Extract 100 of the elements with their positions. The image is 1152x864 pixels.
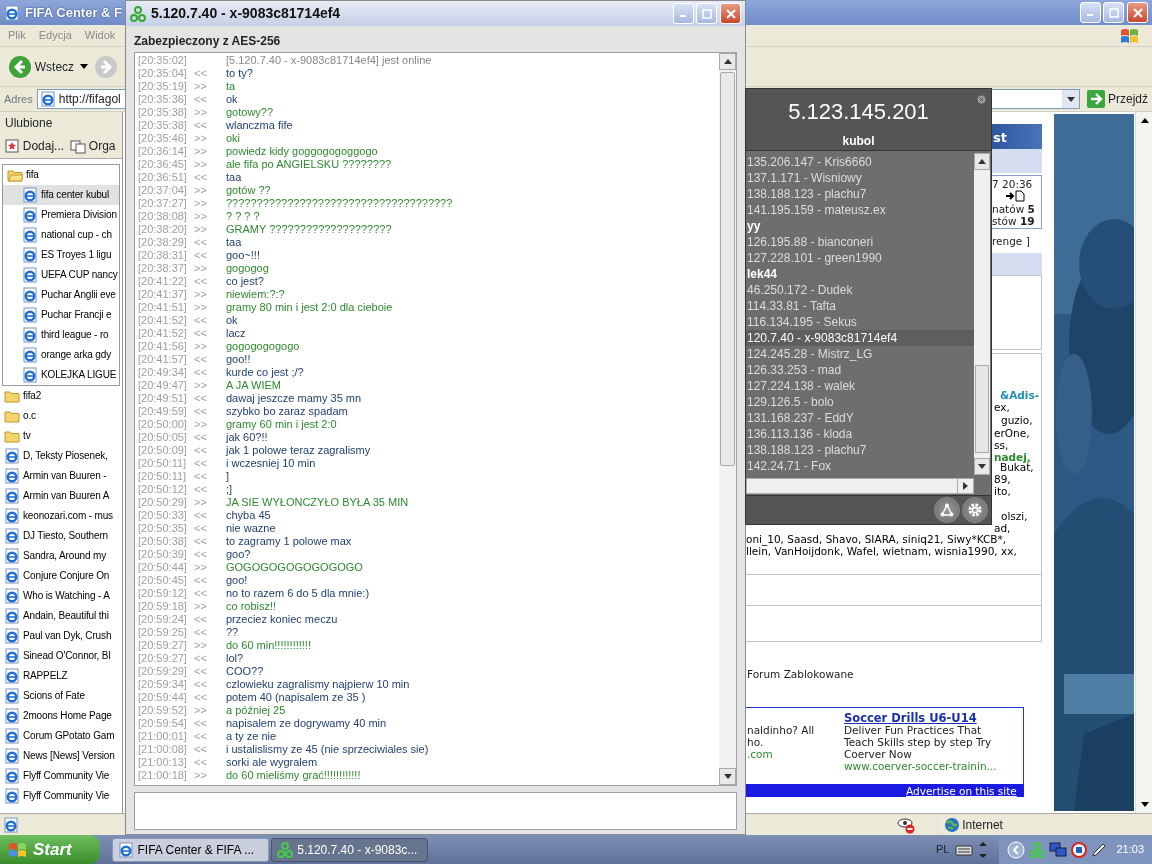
- favorite-item[interactable]: Andain, Beautiful thi: [0, 605, 122, 626]
- dropdown-button[interactable]: [1062, 90, 1080, 108]
- favorite-item[interactable]: 2moons Home Page: [0, 705, 122, 726]
- add-favorite-button[interactable]: Dodaj...: [4, 137, 65, 155]
- organize-button[interactable]: Orga: [70, 137, 116, 155]
- favorite-item[interactable]: keonozari.com - mus: [0, 505, 122, 526]
- chevron-circle-icon[interactable]: [1006, 840, 1025, 859]
- favorite-item[interactable]: Armin van Buuren A: [0, 485, 122, 506]
- pen-icon[interactable]: [1090, 841, 1107, 858]
- minimize-button[interactable]: [1079, 2, 1101, 23]
- page-icon: [4, 647, 20, 664]
- favorite-item[interactable]: Corum GPotato Gam: [0, 725, 122, 746]
- message-text: do 60 min!!!!!!!!!!!!: [226, 639, 311, 652]
- favorite-item[interactable]: DJ Tiesto, Southern: [0, 525, 122, 546]
- contact-item[interactable]: 131.168.237 - EddY: [746, 410, 975, 426]
- contact-item[interactable]: 120.7.40 - x-9083c81714ef4: [746, 330, 975, 346]
- favorite-item[interactable]: national cup - ch: [3, 224, 119, 245]
- favorite-item[interactable]: Flyff Community Vie: [0, 785, 122, 806]
- contact-item[interactable]: 127.224.138 - walek: [746, 378, 975, 394]
- favorite-item[interactable]: UEFA CUP nancy: [3, 264, 119, 285]
- network-button[interactable]: [933, 497, 960, 523]
- contact-item[interactable]: 124.245.28 - Mistrz_LG: [746, 346, 975, 362]
- timestamp: [21:00:08]: [138, 743, 188, 756]
- contact-item[interactable]: 136.113.136 - kloda: [746, 426, 975, 442]
- three-dots-network-icon[interactable]: [1028, 841, 1045, 858]
- favorite-item[interactable]: Paul van Dyk, Crush: [0, 625, 122, 646]
- page-icon: [4, 527, 20, 544]
- scrollbar[interactable]: [974, 153, 990, 475]
- horizontal-scrollbar[interactable]: [746, 478, 974, 494]
- contact-item[interactable]: 129.126.5 - bolo: [746, 394, 975, 410]
- advertise-link[interactable]: Advertise on this site: [906, 784, 1017, 800]
- favorite-item[interactable]: ES Troyes 1 ligu: [3, 244, 119, 265]
- arrows-icon[interactable]: [978, 840, 989, 859]
- contact-item[interactable]: 127.228.101 - green1990: [746, 250, 975, 266]
- favorite-item[interactable]: Puchar Francji e: [3, 304, 119, 325]
- scrollbar[interactable]: [719, 53, 736, 785]
- contact-item[interactable]: 114.33.81 - Tafta: [746, 298, 975, 314]
- favorite-item[interactable]: Sinead O'Connor, Bl: [0, 645, 122, 666]
- close-icon[interactable]: [977, 95, 986, 104]
- favorite-item[interactable]: fifa2: [0, 385, 122, 406]
- favorite-item[interactable]: fifa center kubul: [3, 184, 119, 205]
- contact-item[interactable]: 138.188.123 - plachu7: [746, 186, 975, 202]
- contact-item[interactable]: 137.1.171 - Wisniowy: [746, 170, 975, 186]
- close-button[interactable]: [1127, 2, 1148, 23]
- contact-item[interactable]: 138.188.123 - plachu7: [746, 442, 975, 458]
- contact-item[interactable]: 116.134.195 - Sekus: [746, 314, 975, 330]
- back-button[interactable]: Wstecz: [8, 54, 75, 79]
- ad-url-link[interactable]: www.coerver-soccer-trainin...: [844, 759, 997, 775]
- settings-button[interactable]: [962, 497, 989, 523]
- scroll-thumb[interactable]: [975, 365, 989, 453]
- favorite-item[interactable]: Sandra, Around my: [0, 545, 122, 566]
- message-text: nie wazne: [226, 522, 276, 535]
- direction-arrows: <<: [194, 678, 208, 691]
- contact-item[interactable]: 141.195.159 - mateusz.ex: [746, 202, 975, 218]
- taskbar-button[interactable]: 5.120.7.40 - x-9083c...: [271, 837, 429, 862]
- username-text: erOne,: [994, 426, 1030, 441]
- message-text: gotowy??: [226, 106, 274, 119]
- favorite-item[interactable]: RAPPELZ: [0, 665, 122, 686]
- favorite-item[interactable]: Armin van Buuren -: [0, 465, 122, 486]
- dropdown-caret-icon: [1067, 96, 1076, 102]
- favorite-item[interactable]: KOLEJKA LIGUE: [3, 364, 119, 385]
- message-input[interactable]: [134, 792, 737, 830]
- favorite-item[interactable]: News [News] Version: [0, 745, 122, 766]
- minimize-button[interactable]: [672, 3, 694, 24]
- message-text: goo?: [226, 548, 251, 561]
- taskbar-button[interactable]: FIFA Center & FIFA ...: [111, 837, 269, 862]
- timestamp: [20:41:52]: [138, 327, 188, 340]
- language-indicator[interactable]: PL: [936, 841, 950, 858]
- favorite-item[interactable]: tv: [0, 425, 122, 446]
- favorite-item[interactable]: Premiera Division: [3, 204, 119, 225]
- favorite-item[interactable]: Scions of Fate: [0, 685, 122, 706]
- favorite-item[interactable]: Flyff Community Vie: [0, 765, 122, 786]
- group-label[interactable]: lek44: [746, 266, 975, 282]
- monitors-icon[interactable]: [1048, 841, 1067, 858]
- contact-item[interactable]: 142.24.71 - Fox: [746, 458, 975, 474]
- contact-item[interactable]: 135.206.147 - Kris6660: [746, 154, 975, 170]
- shield-icon[interactable]: [1070, 841, 1087, 858]
- message-text: A JA WIEM: [226, 379, 281, 392]
- favorite-item[interactable]: Puchar Anglii eve: [3, 284, 119, 305]
- favorite-item[interactable]: third league - ro: [3, 324, 119, 345]
- favorite-item[interactable]: D, Teksty Piosenek,: [0, 445, 122, 466]
- favorite-item[interactable]: o.c: [0, 405, 122, 426]
- maximize-button[interactable]: [696, 3, 718, 24]
- favorite-item[interactable]: Who is Watching - A: [0, 585, 122, 606]
- contact-item[interactable]: 126.33.253 - mad: [746, 362, 975, 378]
- go-button[interactable]: Przejdź: [1087, 90, 1148, 108]
- timestamp: [20:59:44]: [138, 691, 188, 704]
- scroll-thumb[interactable]: [720, 72, 735, 466]
- contact-item[interactable]: 46.250.172 - Dudek: [746, 282, 975, 298]
- message-text: GRAMY ????????????????????: [226, 223, 392, 236]
- favorite-item[interactable]: Conjure Conjure On: [0, 565, 122, 586]
- message-text: jak 1 polowe teraz zagralismy: [226, 444, 371, 457]
- close-button[interactable]: [720, 3, 741, 24]
- favorite-item[interactable]: orange arka gdy: [3, 344, 119, 365]
- scrollbar[interactable]: [1135, 112, 1152, 813]
- contact-item[interactable]: 126.195.88 - bianconeri: [746, 234, 975, 250]
- maximize-button[interactable]: [1103, 2, 1125, 23]
- keyboard-icon[interactable]: [954, 842, 973, 857]
- group-label[interactable]: yy: [746, 218, 975, 234]
- favorite-item[interactable]: fifa: [3, 164, 119, 185]
